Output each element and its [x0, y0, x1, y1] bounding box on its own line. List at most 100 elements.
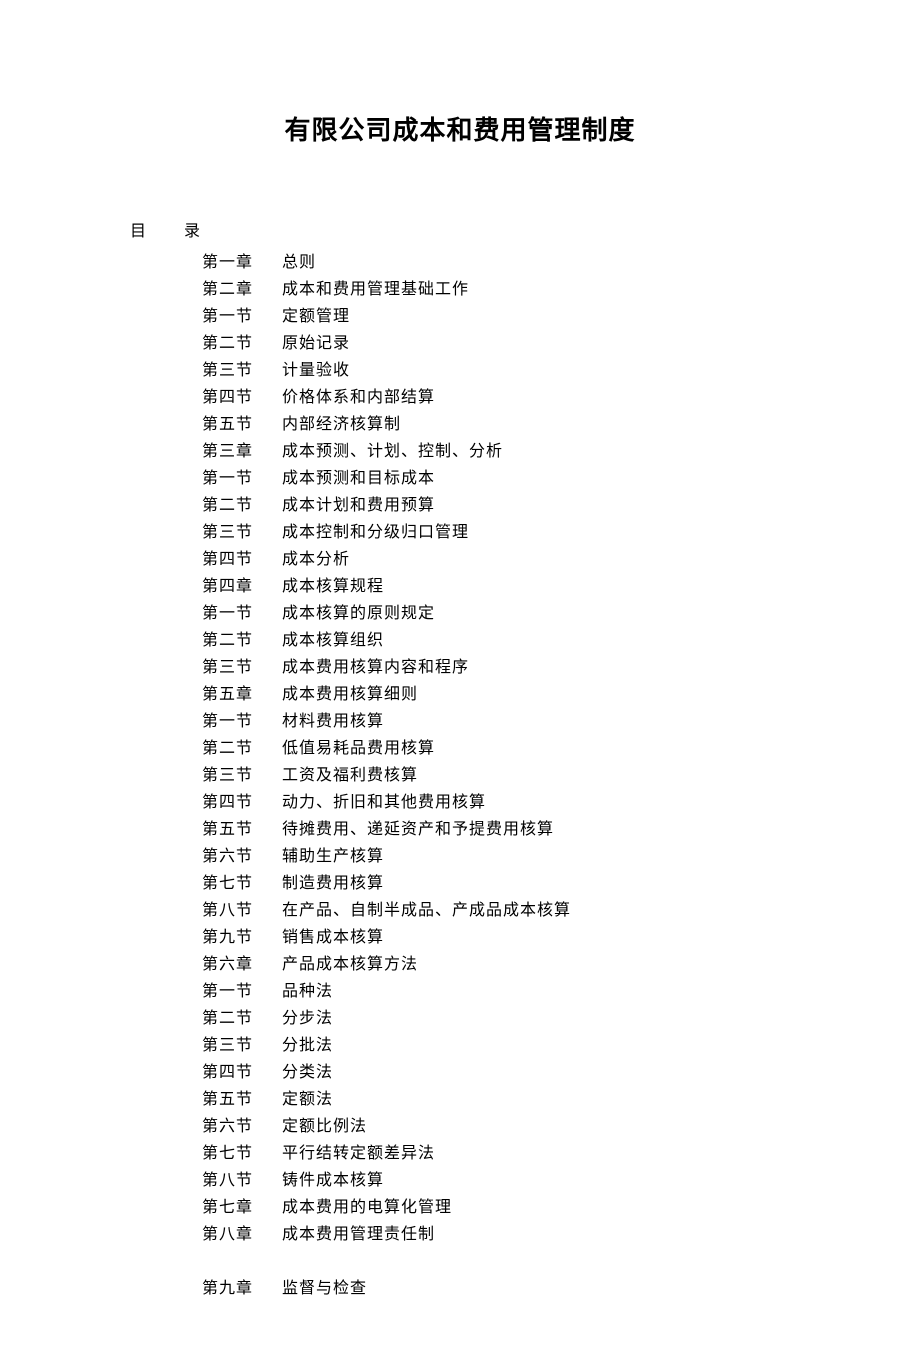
toc-entry-text: 低值易耗品费用核算	[282, 735, 790, 762]
toc-entry-text: 成本分析	[282, 546, 790, 573]
toc-entry-label: 第六节	[202, 843, 282, 870]
toc-row: 第二节成本核算组织	[202, 627, 790, 654]
toc-row: 第六节定额比例法	[202, 1113, 790, 1140]
toc-entry-text: 平行结转定额差异法	[282, 1140, 790, 1167]
toc-row: 第七章成本费用的电算化管理	[202, 1194, 790, 1221]
toc-entry-text: 成本费用核算内容和程序	[282, 654, 790, 681]
toc-entry-label: 第四章	[202, 573, 282, 600]
toc-entry-label: 第三节	[202, 762, 282, 789]
toc-entry-text: 制造费用核算	[282, 870, 790, 897]
toc-row: 第一节成本预测和目标成本	[202, 465, 790, 492]
toc-entry-text: 成本核算规程	[282, 573, 790, 600]
toc-row: 第一节定额管理	[202, 303, 790, 330]
toc-row: 第三节分批法	[202, 1032, 790, 1059]
toc-row: 第一节材料费用核算	[202, 708, 790, 735]
toc-entry-text: 成本和费用管理基础工作	[282, 276, 790, 303]
toc-row: 第一章总则	[202, 249, 790, 276]
toc-entry-text: 产品成本核算方法	[282, 951, 790, 978]
toc-row: 第三节计量验收	[202, 357, 790, 384]
toc-gap	[202, 1248, 790, 1275]
toc-entry-text: 总则	[282, 249, 790, 276]
toc-entry-text: 成本核算组织	[282, 627, 790, 654]
toc-entry-label: 第一节	[202, 600, 282, 627]
toc-row: 第三章成本预测、计划、控制、分析	[202, 438, 790, 465]
toc-entry-label: 第三节	[202, 519, 282, 546]
toc-entry-text: 价格体系和内部结算	[282, 384, 790, 411]
toc-entry-label: 第一节	[202, 465, 282, 492]
toc-row: 第二节成本计划和费用预算	[202, 492, 790, 519]
toc-entry-label: 第七节	[202, 1140, 282, 1167]
toc-entry-text: 动力、折旧和其他费用核算	[282, 789, 790, 816]
toc-entry-text: 分类法	[282, 1059, 790, 1086]
toc-entry-label: 第一节	[202, 978, 282, 1005]
toc-entry-label: 第六节	[202, 1113, 282, 1140]
toc-row: 第三节成本费用核算内容和程序	[202, 654, 790, 681]
toc-entry-label: 第一章	[202, 249, 282, 276]
toc-entry-text: 材料费用核算	[282, 708, 790, 735]
toc-header-mu: 目	[130, 217, 147, 241]
toc-entry-text: 在产品、自制半成品、产成品成本核算	[282, 897, 790, 924]
toc-row: 第五节定额法	[202, 1086, 790, 1113]
toc-entry-text: 分步法	[282, 1005, 790, 1032]
toc-entry-label: 第八节	[202, 897, 282, 924]
toc-entry-text: 成本核算的原则规定	[282, 600, 790, 627]
toc-entry-label: 第二章	[202, 276, 282, 303]
toc-entry-text: 品种法	[282, 978, 790, 1005]
toc-row: 第二节低值易耗品费用核算	[202, 735, 790, 762]
toc-entry-text: 定额比例法	[282, 1113, 790, 1140]
toc-entry-label: 第二节	[202, 735, 282, 762]
toc-entry-label: 第二节	[202, 330, 282, 357]
toc-entry-label: 第八章	[202, 1221, 282, 1248]
toc-entry-label: 第九节	[202, 924, 282, 951]
toc-row: 第四章成本核算规程	[202, 573, 790, 600]
toc-row: 第九章监督与检查	[202, 1275, 790, 1302]
toc-entry-text: 辅助生产核算	[282, 843, 790, 870]
toc-entry-text: 计量验收	[282, 357, 790, 384]
toc-row: 第七节制造费用核算	[202, 870, 790, 897]
toc-entry-label: 第四节	[202, 789, 282, 816]
toc-entry-text: 成本计划和费用预算	[282, 492, 790, 519]
toc-entry-text: 成本预测和目标成本	[282, 465, 790, 492]
toc-list: 第一章总则第二章成本和费用管理基础工作第一节定额管理第二节原始记录第三节计量验收…	[202, 249, 790, 1302]
toc-entry-text: 成本费用管理责任制	[282, 1221, 790, 1248]
toc-header: 目 录	[130, 217, 790, 241]
toc-row: 第五节待摊费用、递延资产和予提费用核算	[202, 816, 790, 843]
toc-row: 第九节销售成本核算	[202, 924, 790, 951]
toc-row: 第一节成本核算的原则规定	[202, 600, 790, 627]
toc-entry-text: 成本预测、计划、控制、分析	[282, 438, 790, 465]
toc-entry-label: 第九章	[202, 1275, 282, 1302]
toc-row: 第七节平行结转定额差异法	[202, 1140, 790, 1167]
document-title: 有限公司成本和费用管理制度	[130, 110, 790, 147]
toc-entry-text: 定额管理	[282, 303, 790, 330]
toc-entry-text: 铸件成本核算	[282, 1167, 790, 1194]
toc-entry-text: 待摊费用、递延资产和予提费用核算	[282, 816, 790, 843]
toc-entry-text: 监督与检查	[282, 1275, 790, 1302]
document-page: 有限公司成本和费用管理制度 目 录 第一章总则第二章成本和费用管理基础工作第一节…	[0, 0, 920, 1362]
toc-entry-text: 销售成本核算	[282, 924, 790, 951]
toc-entry-label: 第五节	[202, 816, 282, 843]
toc-entry-text: 成本控制和分级归口管理	[282, 519, 790, 546]
toc-row: 第八节在产品、自制半成品、产成品成本核算	[202, 897, 790, 924]
toc-entry-label: 第四节	[202, 546, 282, 573]
toc-row: 第八章成本费用管理责任制	[202, 1221, 790, 1248]
toc-entry-text: 定额法	[282, 1086, 790, 1113]
toc-row: 第五节内部经济核算制	[202, 411, 790, 438]
toc-entry-text: 工资及福利费核算	[282, 762, 790, 789]
toc-row: 第二节分步法	[202, 1005, 790, 1032]
toc-row: 第四节分类法	[202, 1059, 790, 1086]
toc-entry-label: 第八节	[202, 1167, 282, 1194]
toc-header-lu: 录	[184, 217, 201, 241]
toc-entry-label: 第七章	[202, 1194, 282, 1221]
toc-row: 第四节价格体系和内部结算	[202, 384, 790, 411]
toc-entry-label: 第二节	[202, 492, 282, 519]
toc-entry-label: 第七节	[202, 870, 282, 897]
toc-row: 第八节铸件成本核算	[202, 1167, 790, 1194]
toc-entry-text: 成本费用核算细则	[282, 681, 790, 708]
toc-entry-text: 内部经济核算制	[282, 411, 790, 438]
toc-row: 第二节原始记录	[202, 330, 790, 357]
toc-entry-label: 第三章	[202, 438, 282, 465]
toc-entry-label: 第三节	[202, 654, 282, 681]
toc-row: 第二章成本和费用管理基础工作	[202, 276, 790, 303]
toc-row: 第四节动力、折旧和其他费用核算	[202, 789, 790, 816]
toc-entry-label: 第五章	[202, 681, 282, 708]
